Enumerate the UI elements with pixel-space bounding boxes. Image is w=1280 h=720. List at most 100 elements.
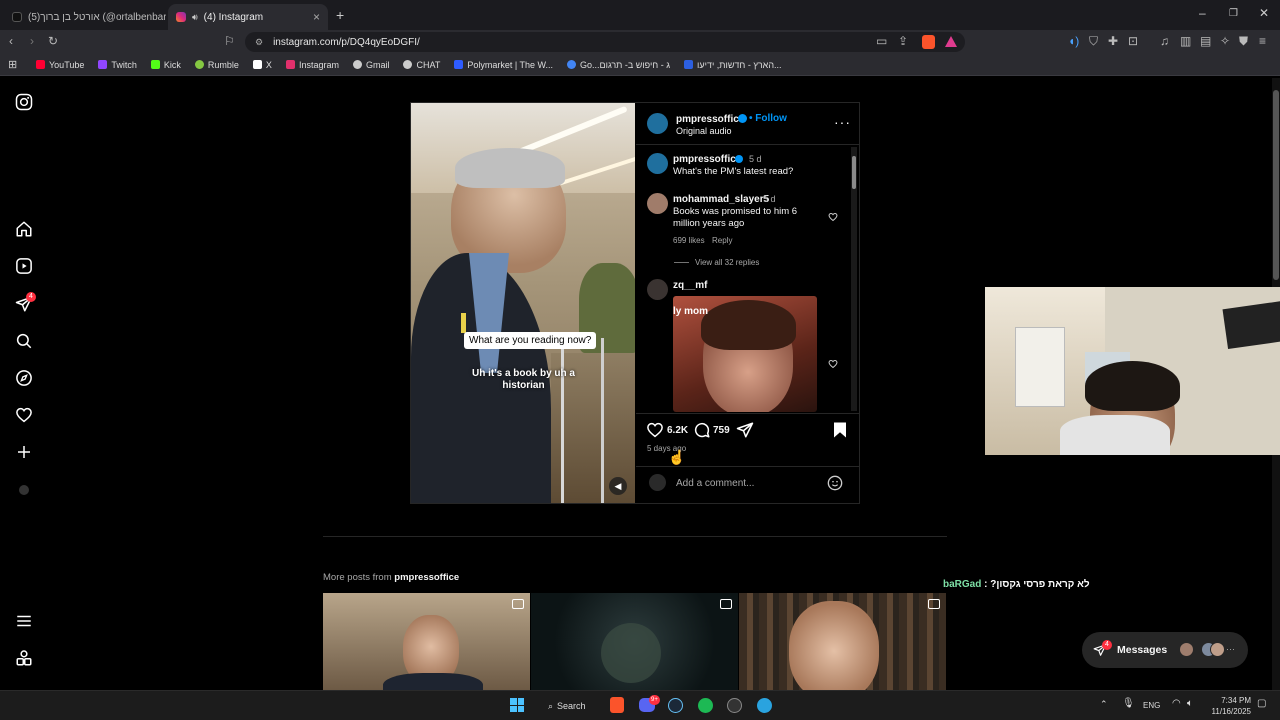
author-avatar[interactable] bbox=[647, 113, 668, 134]
restore-icon[interactable]: ❐ bbox=[1229, 8, 1238, 19]
media-icon[interactable]: ♫ bbox=[1160, 34, 1169, 48]
bookmark-kick[interactable]: Kick bbox=[150, 60, 181, 70]
audio-extension-icon[interactable]: ◖) bbox=[1068, 34, 1079, 48]
brave-rewards-icon[interactable] bbox=[945, 36, 957, 47]
like-comment-icon[interactable] bbox=[828, 212, 838, 222]
speaker-icon: 🔊︎ bbox=[192, 11, 198, 22]
bookmark-x[interactable]: X bbox=[252, 60, 272, 70]
explore-icon[interactable] bbox=[15, 369, 33, 387]
emoji-icon[interactable] bbox=[827, 475, 843, 491]
notifications-heart-icon[interactable] bbox=[15, 406, 33, 424]
shield-extension-icon[interactable]: ⛉ bbox=[1089, 34, 1098, 49]
more-post-thumbnail[interactable] bbox=[739, 593, 946, 690]
minimize-icon[interactable]: – bbox=[1199, 6, 1206, 20]
caption-avatar[interactable] bbox=[647, 153, 668, 174]
tray-chevron-icon[interactable]: ⌃ bbox=[1100, 699, 1108, 710]
notification-center-icon[interactable]: ▢ bbox=[1257, 698, 1266, 709]
more-menu-icon[interactable] bbox=[15, 612, 33, 630]
close-tab-icon[interactable]: × bbox=[313, 10, 320, 24]
view-replies-button[interactable]: View all 32 replies bbox=[695, 258, 759, 267]
comment-icon[interactable] bbox=[693, 421, 711, 439]
screenshot-icon[interactable]: ⊡ bbox=[1128, 34, 1138, 48]
audio-label[interactable]: Original audio bbox=[676, 126, 732, 136]
vpn-icon[interactable]: ⛊ bbox=[1239, 34, 1248, 49]
cast-icon[interactable]: ▭ bbox=[876, 34, 887, 48]
clock-time[interactable]: 7:34 PM bbox=[1208, 696, 1251, 705]
volume-icon[interactable]: 🔈︎ bbox=[1187, 698, 1193, 709]
like-count[interactable]: 6.2K bbox=[667, 425, 688, 436]
more-options-icon[interactable]: ··· bbox=[834, 114, 851, 130]
search-icon[interactable] bbox=[15, 332, 33, 350]
taskbar-search[interactable]: ⌕ Search bbox=[540, 696, 600, 716]
bookmark-rumble[interactable]: Rumble bbox=[194, 60, 239, 70]
microphone-icon[interactable]: 🎙︎ bbox=[1122, 698, 1135, 709]
start-button[interactable] bbox=[510, 698, 524, 712]
clock-date[interactable]: 11/16/2025 bbox=[1208, 707, 1251, 716]
mute-toggle-icon[interactable]: ◀ bbox=[609, 477, 627, 495]
caption-username[interactable]: pmpressoffice bbox=[673, 154, 741, 165]
share-icon[interactable]: ⇪ bbox=[898, 34, 908, 48]
leo-ai-icon[interactable]: ✧ bbox=[1220, 34, 1230, 48]
yellow-ribbon bbox=[461, 313, 466, 333]
bookmark-google-translate[interactable]: Go...ג - חיפוש ב- תרגום bbox=[567, 60, 670, 70]
new-tab-button[interactable]: + bbox=[336, 7, 344, 23]
bookmark-gmail[interactable]: Gmail bbox=[352, 60, 389, 70]
comment-likes[interactable]: 699 likes bbox=[673, 236, 705, 245]
steam-taskbar-icon[interactable] bbox=[668, 698, 683, 713]
wifi-icon[interactable]: ◠ bbox=[1172, 698, 1181, 709]
brave-taskbar-icon[interactable] bbox=[610, 697, 624, 713]
page-scrollbar-thumb[interactable] bbox=[1273, 90, 1279, 280]
reel-indicator-icon bbox=[928, 599, 940, 609]
author-username[interactable]: pmpressoffice bbox=[676, 114, 744, 125]
share-post-icon[interactable] bbox=[736, 421, 754, 439]
spotify-taskbar-icon[interactable] bbox=[698, 698, 713, 713]
also-from-meta-icon[interactable] bbox=[15, 649, 33, 667]
reload-icon[interactable]: ↻ bbox=[48, 34, 58, 48]
telegram-taskbar-icon[interactable] bbox=[757, 698, 772, 713]
bookmark-chat[interactable]: CHAT bbox=[403, 60, 440, 70]
more-posts-username[interactable]: pmpressoffice bbox=[394, 572, 459, 583]
follow-button[interactable]: • Follow bbox=[749, 113, 787, 124]
commenter-avatar[interactable] bbox=[647, 279, 668, 300]
close-window-icon[interactable]: ✕ bbox=[1259, 6, 1269, 20]
comment-username[interactable]: zq__mf bbox=[673, 280, 707, 291]
app-taskbar-icon[interactable] bbox=[727, 698, 742, 713]
wallet-icon[interactable]: ▤ bbox=[1200, 34, 1211, 48]
like-comment-icon[interactable] bbox=[828, 359, 838, 369]
extensions-icon[interactable]: ✚ bbox=[1108, 34, 1118, 48]
reel-video[interactable]: What are you reading now? Uh it's a book… bbox=[411, 103, 635, 503]
like-icon[interactable] bbox=[646, 421, 664, 439]
brave-shield-icon[interactable] bbox=[922, 35, 935, 49]
back-icon[interactable]: ‹ bbox=[9, 34, 13, 48]
saved-bookmark-icon[interactable] bbox=[832, 421, 848, 439]
more-post-thumbnail[interactable] bbox=[323, 593, 530, 690]
profile-avatar[interactable] bbox=[19, 485, 29, 495]
create-icon[interactable] bbox=[15, 443, 33, 461]
forward-icon[interactable]: › bbox=[30, 34, 34, 48]
tab-instagram[interactable]: 🔊︎ (4) Instagram × bbox=[168, 4, 328, 30]
scrollbar-thumb[interactable] bbox=[852, 156, 856, 189]
bookmark-haaretz[interactable]: הארץ - חדשות, ידיעו... bbox=[684, 60, 782, 70]
add-comment-input[interactable]: Add a comment... bbox=[676, 478, 754, 489]
bookmark-page-icon[interactable]: ⚐ bbox=[224, 34, 235, 48]
comment-username[interactable]: mohammad_slayer5 bbox=[673, 194, 769, 205]
bookmark-polymarket[interactable]: Polymarket | The W... bbox=[454, 60, 553, 70]
reply-button[interactable]: Reply bbox=[712, 236, 732, 245]
comment-count[interactable]: 759 bbox=[713, 425, 730, 436]
home-icon[interactable] bbox=[15, 220, 33, 238]
menu-icon[interactable]: ≡ bbox=[1259, 34, 1266, 48]
more-post-thumbnail[interactable] bbox=[531, 593, 738, 690]
commenter-avatar[interactable] bbox=[647, 193, 668, 214]
sidebar-toggle-icon[interactable]: ▥ bbox=[1180, 34, 1191, 48]
language-indicator[interactable]: ENG bbox=[1143, 701, 1160, 710]
site-info-icon[interactable]: ⚙ bbox=[255, 37, 263, 48]
tab-ortal[interactable]: (5)אורטל בן ברוך (@ortalbenbaruch1 bbox=[4, 4, 166, 30]
reels-icon[interactable] bbox=[15, 257, 33, 275]
bookmark-twitch[interactable]: Twitch bbox=[98, 60, 137, 70]
address-bar[interactable]: ⚙ instagram.com/p/DQ4qyEoDGFI/ bbox=[245, 32, 965, 52]
apps-grid-icon[interactable]: ⊞ bbox=[8, 58, 17, 71]
instagram-logo-icon[interactable] bbox=[15, 93, 33, 111]
bookmark-youtube[interactable]: YouTube bbox=[36, 60, 84, 70]
comment-gif[interactable]: ly mom bbox=[673, 296, 817, 412]
bookmark-instagram[interactable]: Instagram bbox=[285, 60, 339, 70]
